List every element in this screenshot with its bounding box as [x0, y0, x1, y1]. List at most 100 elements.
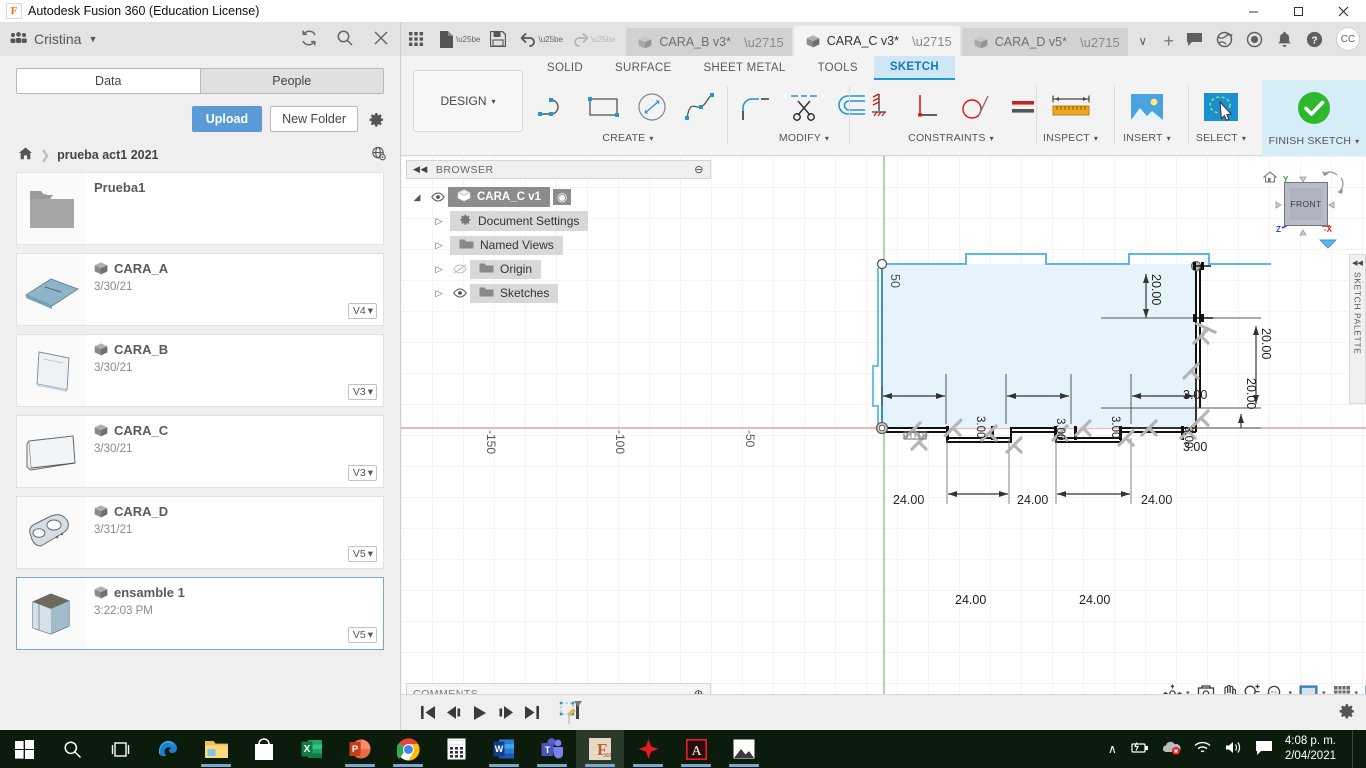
show-desktop-button[interactable]: [1352, 730, 1360, 768]
expand-icon[interactable]: ◢: [406, 192, 428, 203]
document-tab-cara-d[interactable]: CARA_D v5* \u2715: [961, 28, 1128, 56]
home-icon[interactable]: [18, 147, 33, 163]
dimension-label[interactable]: 3.00: [1182, 426, 1194, 448]
grid-apps-icon[interactable]: [401, 22, 431, 56]
dimension-label[interactable]: 20.00: [1149, 274, 1163, 305]
browser-item-sketches[interactable]: ▷ Sketches: [406, 281, 711, 305]
play-icon[interactable]: [467, 699, 493, 727]
powerpoint-button[interactable]: P: [336, 730, 384, 768]
tangent-icon[interactable]: [952, 84, 998, 130]
battery-icon[interactable]: [1129, 740, 1149, 758]
view-cube[interactable]: Y Z -X FRONT: [1262, 162, 1348, 262]
close-button[interactable]: [1321, 0, 1366, 22]
excel-button[interactable]: X: [288, 730, 336, 768]
close-icon[interactable]: \u2715: [744, 35, 784, 50]
word-button[interactable]: W: [480, 730, 528, 768]
action-center-icon[interactable]: [1255, 740, 1273, 759]
calculator-button[interactable]: [432, 730, 480, 768]
fusion360-button[interactable]: F 360: [576, 730, 624, 768]
tab-data[interactable]: Data: [17, 69, 201, 93]
sketch-feature-icon[interactable]: [557, 699, 587, 727]
rectangle-icon[interactable]: [581, 84, 627, 130]
timeline-settings-icon[interactable]: [1338, 702, 1356, 723]
ribbon-group-label[interactable]: INSERT ▾: [1123, 132, 1171, 144]
dimension-label[interactable]: 24.00: [955, 593, 986, 607]
close-panel-icon[interactable]: [372, 29, 390, 50]
dimension-label[interactable]: 24.00: [1141, 493, 1172, 507]
ground-constraint-icon[interactable]: [856, 84, 902, 130]
eye-icon[interactable]: [428, 192, 448, 202]
step-forward-icon[interactable]: [493, 699, 519, 727]
dimension-label[interactable]: 20.00: [1259, 328, 1273, 359]
dimension-label[interactable]: 3.00: [1183, 388, 1207, 402]
finish-sketch-button[interactable]: FINISH SKETCH ▾: [1262, 80, 1366, 156]
tab-sheet-metal[interactable]: SHEET METAL: [687, 56, 801, 80]
new-folder-button[interactable]: New Folder: [270, 106, 358, 132]
volume-icon[interactable]: [1224, 740, 1243, 758]
breadcrumb-path[interactable]: prueba act1 2021: [57, 148, 158, 162]
chevron-down-icon[interactable]: \u25be: [456, 35, 480, 44]
avatar[interactable]: CC: [1336, 27, 1360, 51]
microsoft-store-button[interactable]: [240, 730, 288, 768]
activate-radio-icon[interactable]: ◉: [552, 189, 572, 205]
upload-button[interactable]: Upload: [191, 106, 263, 132]
chrome-button[interactable]: [384, 730, 432, 768]
perpendicular-icon[interactable]: [904, 84, 950, 130]
browser-root-node[interactable]: ◢ CARA_C v1 ◉: [406, 185, 711, 209]
dimension-label[interactable]: 3.00: [1109, 416, 1121, 438]
vegas-button[interactable]: [624, 730, 672, 768]
notifications-icon[interactable]: [1270, 22, 1298, 56]
browser-item-named-views[interactable]: ▷ Named Views: [406, 233, 711, 257]
photos-button[interactable]: [720, 730, 768, 768]
close-icon[interactable]: \u2715: [912, 34, 952, 49]
browser-item-origin[interactable]: ▷ Origin: [406, 257, 711, 281]
list-item[interactable]: CARA_C 3/30/21 V3 ▾: [16, 415, 384, 488]
list-item[interactable]: CARA_A 3/30/21 V4 ▾: [16, 253, 384, 326]
expand-icon[interactable]: ▷: [428, 264, 450, 275]
dimension-label[interactable]: 24.00: [1017, 493, 1048, 507]
new-tab-button[interactable]: +: [1156, 26, 1182, 56]
browser-item-document-settings[interactable]: ▷ Document Settings: [406, 209, 711, 233]
expand-icon[interactable]: ▷: [428, 288, 450, 299]
minimize-button[interactable]: [1231, 0, 1276, 22]
tab-overflow-button[interactable]: ∨: [1130, 26, 1156, 56]
list-item[interactable]: CARA_D 3/31/21 V5 ▾: [16, 496, 384, 569]
sketch-line-icon[interactable]: [533, 84, 579, 130]
insert-image-icon[interactable]: [1121, 84, 1173, 130]
refresh-icon[interactable]: [300, 29, 318, 50]
user-menu[interactable]: Cristina ▼: [10, 31, 300, 47]
tab-tools[interactable]: TOOLS: [802, 56, 874, 80]
ribbon-group-label[interactable]: CREATE ▾: [602, 132, 653, 144]
onedrive-offline-icon[interactable]: [1161, 740, 1181, 758]
comments-icon[interactable]: [1180, 22, 1208, 56]
expand-icon[interactable]: ▷: [428, 240, 450, 251]
taskbar-clock[interactable]: 4:08 p. m. 2/04/2021: [1285, 734, 1340, 764]
chevron-down-icon[interactable]: \u25be: [591, 35, 615, 44]
list-item[interactable]: CARA_B 3/30/21 V3 ▾: [16, 334, 384, 407]
eye-icon[interactable]: [450, 288, 470, 298]
circle-icon[interactable]: [629, 84, 675, 130]
step-back-icon[interactable]: [441, 699, 467, 727]
tab-sketch[interactable]: SKETCH: [873, 56, 955, 80]
version-badge[interactable]: V3 ▾: [347, 465, 377, 481]
ribbon-group-label[interactable]: INSPECT ▾: [1043, 132, 1098, 144]
version-badge[interactable]: V3 ▾: [347, 384, 377, 400]
collapse-icon[interactable]: ◀◀: [1352, 259, 1363, 267]
help-icon[interactable]: ?: [1300, 22, 1328, 56]
gear-icon[interactable]: [366, 109, 386, 129]
tray-chevron-icon[interactable]: ∧: [1108, 742, 1117, 756]
version-badge[interactable]: V4 ▾: [347, 303, 377, 319]
dimension-label[interactable]: 3.00: [1054, 418, 1066, 440]
sketch-canvas[interactable]: 24.00 24.00 24.00 24.00 24.00 3.00 3.00 …: [401, 156, 1366, 708]
file-explorer-button[interactable]: [192, 730, 240, 768]
search-button[interactable]: [48, 730, 96, 768]
design-workspace-selector[interactable]: DESIGN ▾: [413, 70, 523, 132]
save-icon[interactable]: [483, 22, 513, 56]
recent-icon[interactable]: [1240, 22, 1268, 56]
fillet-icon[interactable]: [733, 84, 779, 130]
go-to-end-icon[interactable]: [519, 699, 545, 727]
select-lasso-icon[interactable]: [1195, 84, 1247, 130]
equal-icon[interactable]: [1000, 84, 1046, 130]
acrobat-button[interactable]: A: [672, 730, 720, 768]
edge-button[interactable]: [144, 730, 192, 768]
